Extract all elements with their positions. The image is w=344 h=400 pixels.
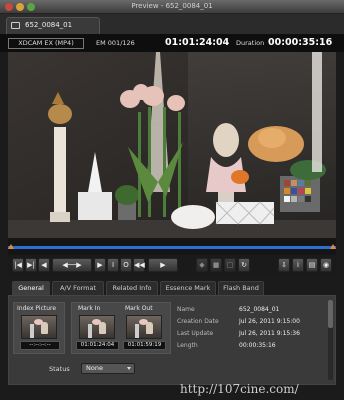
- set-mark-button[interactable]: ■: [210, 258, 222, 272]
- video-frame-image: [8, 52, 336, 238]
- index-picture-timecode: --:--:--:--: [20, 341, 60, 350]
- format-badge: XDCAM EX (MP4): [8, 38, 84, 49]
- mark-in-thumbnail[interactable]: [79, 315, 115, 339]
- mark-out-button[interactable]: O: [120, 258, 132, 272]
- mark-in-button[interactable]: I: [107, 258, 119, 272]
- tab-av-format[interactable]: A/V Format: [52, 281, 104, 295]
- essence-mark-counter: EM 001/126: [96, 39, 135, 47]
- clip-tab[interactable]: 652_0084_01: [6, 17, 100, 34]
- property-label: Creation Date: [177, 318, 219, 325]
- watermark: http://107cine.com/: [180, 382, 299, 396]
- go-to-end-button[interactable]: ▶|: [25, 258, 37, 272]
- tab-general[interactable]: General: [12, 281, 50, 295]
- export-button[interactable]: ⇩: [278, 258, 290, 272]
- mark-out-timecode: 01:01:59:19: [123, 341, 166, 350]
- tab-essence-mark[interactable]: Essence Mark: [160, 281, 216, 295]
- mark-out-label: Mark Out: [125, 305, 153, 312]
- property-row: Last Update Jul 26, 2011 9:15:36: [177, 330, 327, 340]
- clear-mark-button[interactable]: □: [224, 258, 236, 272]
- chevron-down-icon: [127, 367, 131, 370]
- property-row: Name 652_0084_01: [177, 306, 327, 316]
- title-bar: Preview - 652_0084_01: [0, 0, 344, 14]
- info-bar: XDCAM EX (MP4) EM 001/126 01:01:24:04 Du…: [0, 34, 344, 52]
- index-picture-button[interactable]: ◆: [196, 258, 208, 272]
- index-picture-label: Index Picture: [17, 305, 57, 312]
- property-label: Length: [177, 342, 198, 349]
- tab-related-info[interactable]: Related Info: [106, 281, 158, 295]
- property-value: 00:00:35:16: [239, 342, 276, 349]
- clip-icon: [11, 22, 20, 29]
- previous-frame-button[interactable]: ◀: [38, 258, 50, 272]
- property-value: Jul 26, 2011 9:15:36: [239, 330, 300, 337]
- info-button[interactable]: i: [292, 258, 304, 272]
- sync-button[interactable]: ↻: [238, 258, 250, 272]
- property-value: Jul 26, 2011 9:15:00: [239, 318, 300, 325]
- property-label: Last Update: [177, 330, 214, 337]
- status-value: None: [86, 364, 103, 372]
- property-row: Creation Date Jul 26, 2011 9:15:00: [177, 318, 327, 328]
- mark-in-timecode: 01:01:24:04: [76, 341, 119, 350]
- next-frame-button[interactable]: ▶: [94, 258, 106, 272]
- mark-in-out-group: Mark In Mark Out 01:01:24:04 01:01:59:19: [71, 302, 171, 354]
- snapshot-button[interactable]: ◉: [320, 258, 332, 272]
- properties-tabs: General A/V Format Related Info Essence …: [8, 281, 336, 295]
- scrollbar-thumb[interactable]: [328, 300, 333, 328]
- clip-tab-label: 652_0084_01: [25, 21, 73, 29]
- window-title: Preview - 652_0084_01: [131, 2, 213, 10]
- status-label: Status: [49, 365, 70, 373]
- mark-out-marker[interactable]: [330, 244, 336, 249]
- play-button[interactable]: ▶: [148, 258, 178, 272]
- panel-scrollbar[interactable]: [328, 300, 333, 380]
- status-dropdown[interactable]: None: [81, 363, 135, 374]
- save-frame-button[interactable]: ▤: [306, 258, 318, 272]
- mark-out-thumbnail[interactable]: [126, 315, 162, 339]
- mark-in-marker[interactable]: [8, 244, 14, 249]
- property-row: Length 00:00:35:16: [177, 342, 327, 352]
- duration-timecode: 00:00:35:16: [268, 37, 333, 48]
- timeline-scrubber[interactable]: [8, 238, 336, 255]
- index-picture-group: Index Picture --:--:--:--: [13, 302, 65, 354]
- duration-label: Duration: [236, 39, 265, 47]
- property-value: 652_0084_01: [239, 306, 280, 313]
- current-timecode: 01:01:24:04: [165, 37, 230, 48]
- clip-tab-bar: 652_0084_01: [0, 14, 344, 34]
- video-preview[interactable]: [8, 52, 336, 238]
- timeline-track[interactable]: [8, 246, 336, 249]
- rewind-button[interactable]: ◀◀: [133, 258, 145, 272]
- property-label: Name: [177, 306, 195, 313]
- tab-flash-band[interactable]: Flash Band: [218, 281, 264, 295]
- go-to-start-button[interactable]: |◀: [12, 258, 24, 272]
- mark-in-label: Mark In: [78, 305, 101, 312]
- transport-controls: |◀ ▶| ◀ ◀──▶ ▶ I O ◀◀ ▶ ◆ ■ □ ↻ ⇩ i ▤ ◉: [8, 256, 336, 276]
- index-picture-thumbnail[interactable]: [21, 315, 57, 339]
- general-panel: Index Picture --:--:--:-- Mark In Mark O…: [8, 295, 336, 385]
- shuttle-slider[interactable]: ◀──▶: [52, 258, 92, 272]
